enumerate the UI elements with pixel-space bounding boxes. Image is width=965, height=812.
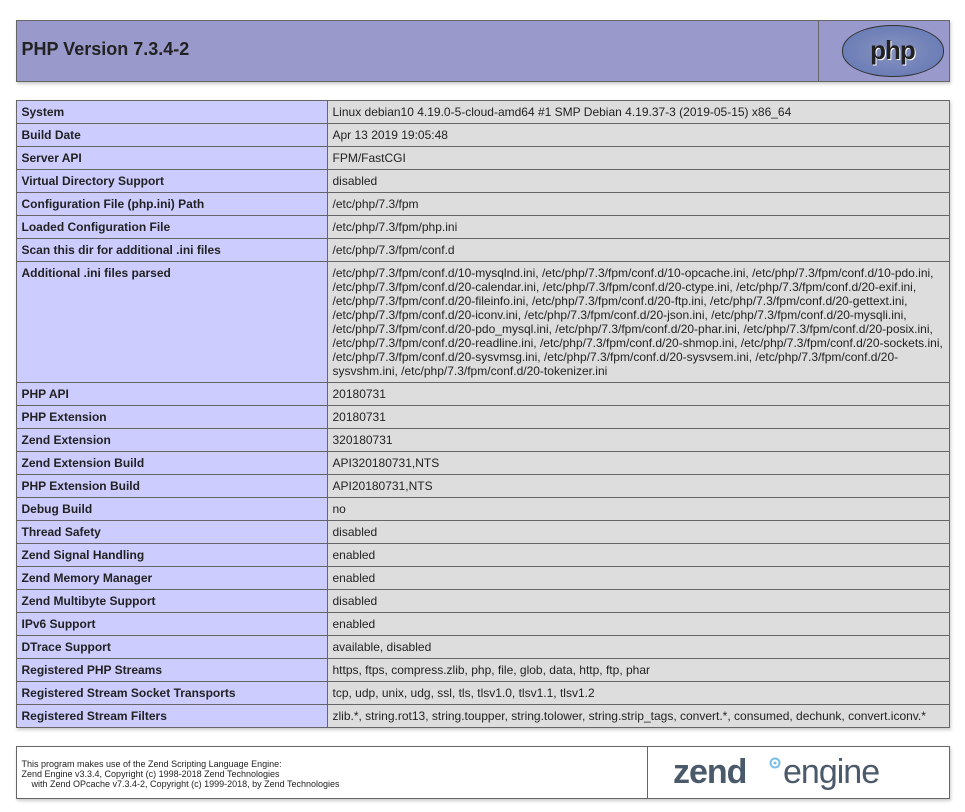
page-title: PHP Version 7.3.4-2 (22, 39, 813, 60)
table-row: Zend Multibyte Supportdisabled (16, 590, 949, 613)
svg-text:zend: zend (673, 753, 746, 791)
config-value: 320180731 (327, 429, 949, 452)
config-value: disabled (327, 170, 949, 193)
table-row: DTrace Supportavailable, disabled (16, 636, 949, 659)
config-value: https, ftps, compress.zlib, php, file, g… (327, 659, 949, 682)
table-row: Additional .ini files parsed/etc/php/7.3… (16, 262, 949, 383)
zend-line-1: This program makes use of the Zend Scrip… (22, 759, 282, 769)
zend-engine-logo-icon: zend engine (673, 780, 943, 794)
table-row: Thread Safetydisabled (16, 521, 949, 544)
phpinfo-table: SystemLinux debian10 4.19.0-5-cloud-amd6… (16, 100, 950, 728)
config-key: Virtual Directory Support (16, 170, 327, 193)
config-value: /etc/php/7.3/fpm/php.ini (327, 216, 949, 239)
config-key: Server API (16, 147, 327, 170)
config-key: Debug Build (16, 498, 327, 521)
config-key: Scan this dir for additional .ini files (16, 239, 327, 262)
table-row: Zend Memory Managerenabled (16, 567, 949, 590)
config-value: enabled (327, 567, 949, 590)
zend-engine-box: This program makes use of the Zend Scrip… (16, 746, 950, 799)
config-value: Linux debian10 4.19.0-5-cloud-amd64 #1 S… (327, 101, 949, 124)
config-value: zlib.*, string.rot13, string.toupper, st… (327, 705, 949, 728)
config-value: available, disabled (327, 636, 949, 659)
table-row: PHP Extension20180731 (16, 406, 949, 429)
table-row: Debug Buildno (16, 498, 949, 521)
table-row: SystemLinux debian10 4.19.0-5-cloud-amd6… (16, 101, 949, 124)
table-row: Zend Signal Handlingenabled (16, 544, 949, 567)
zend-line-3: with Zend OPcache v7.3.4-2, Copyright (c… (22, 779, 340, 789)
config-key: Registered Stream Filters (16, 705, 327, 728)
config-key: PHP API (16, 383, 327, 406)
table-row: Registered PHP Streamshttps, ftps, compr… (16, 659, 949, 682)
config-value: 20180731 (327, 406, 949, 429)
table-row: Registered Stream Socket Transportstcp, … (16, 682, 949, 705)
config-key: Registered Stream Socket Transports (16, 682, 327, 705)
config-value: API320180731,NTS (327, 452, 949, 475)
table-row: Build DateApr 13 2019 19:05:48 (16, 124, 949, 147)
config-key: System (16, 101, 327, 124)
config-value: enabled (327, 613, 949, 636)
header-banner: PHP Version 7.3.4-2 php (16, 20, 950, 82)
config-value: Apr 13 2019 19:05:48 (327, 124, 949, 147)
svg-text:engine: engine (783, 753, 879, 791)
config-value: API20180731,NTS (327, 475, 949, 498)
config-key: Registered PHP Streams (16, 659, 327, 682)
table-row: Zend Extension BuildAPI320180731,NTS (16, 452, 949, 475)
config-value: disabled (327, 521, 949, 544)
table-row: Virtual Directory Supportdisabled (16, 170, 949, 193)
config-key: PHP Extension Build (16, 475, 327, 498)
config-key: Zend Extension Build (16, 452, 327, 475)
table-row: Loaded Configuration File/etc/php/7.3/fp… (16, 216, 949, 239)
config-value: disabled (327, 590, 949, 613)
config-value: no (327, 498, 949, 521)
table-row: Registered Stream Filterszlib.*, string.… (16, 705, 949, 728)
config-value: tcp, udp, unix, udg, ssl, tls, tlsv1.0, … (327, 682, 949, 705)
config-key: Build Date (16, 124, 327, 147)
table-row: PHP Extension BuildAPI20180731,NTS (16, 475, 949, 498)
zend-line-2: Zend Engine v3.3.4, Copyright (c) 1998-2… (22, 769, 280, 779)
php-logo-icon: php (842, 25, 944, 77)
config-key: PHP Extension (16, 406, 327, 429)
table-row: PHP API20180731 (16, 383, 949, 406)
config-key: Additional .ini files parsed (16, 262, 327, 383)
config-key: Zend Signal Handling (16, 544, 327, 567)
config-key: Thread Safety (16, 521, 327, 544)
config-value: /etc/php/7.3/fpm (327, 193, 949, 216)
table-row: Configuration File (php.ini) Path/etc/ph… (16, 193, 949, 216)
config-key: Zend Memory Manager (16, 567, 327, 590)
config-value: /etc/php/7.3/fpm/conf.d (327, 239, 949, 262)
config-key: Zend Extension (16, 429, 327, 452)
config-value: FPM/FastCGI (327, 147, 949, 170)
config-value: 20180731 (327, 383, 949, 406)
config-key: DTrace Support (16, 636, 327, 659)
table-row: Server APIFPM/FastCGI (16, 147, 949, 170)
config-key: Configuration File (php.ini) Path (16, 193, 327, 216)
table-row: IPv6 Supportenabled (16, 613, 949, 636)
table-row: Zend Extension320180731 (16, 429, 949, 452)
config-value: /etc/php/7.3/fpm/conf.d/10-mysqlnd.ini, … (327, 262, 949, 383)
config-key: IPv6 Support (16, 613, 327, 636)
table-row: Scan this dir for additional .ini files/… (16, 239, 949, 262)
config-key: Zend Multibyte Support (16, 590, 327, 613)
config-value: enabled (327, 544, 949, 567)
config-key: Loaded Configuration File (16, 216, 327, 239)
